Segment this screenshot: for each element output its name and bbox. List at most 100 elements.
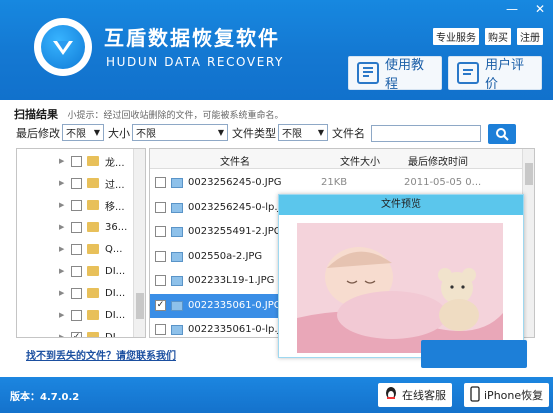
expand-arrow-icon[interactable]: ▶ [59, 245, 64, 253]
folder-icon [87, 266, 99, 276]
close-button[interactable]: ✕ [533, 2, 547, 16]
minimize-button[interactable]: — [505, 2, 519, 16]
expand-arrow-icon[interactable]: ▶ [59, 179, 64, 187]
expand-arrow-icon[interactable]: ▶ [59, 311, 64, 319]
expand-arrow-icon[interactable]: ▶ [59, 201, 64, 209]
file-name: 0022335061-0-lp.JP [188, 324, 287, 335]
tree-node-checkbox[interactable] [71, 177, 82, 189]
column-date[interactable]: 最后修改时间 [408, 153, 468, 168]
expand-arrow-icon[interactable]: ▶ [59, 289, 64, 297]
search-icon [496, 128, 509, 141]
file-row-checkbox[interactable] [155, 201, 166, 213]
register-link[interactable]: 注册 [517, 28, 543, 45]
tutorial-button[interactable]: 使用教程 [348, 56, 442, 92]
pro-service-link[interactable]: 专业服务 [433, 28, 479, 45]
app-window: 互盾数据恢复软件 HUDUN DATA RECOVERY — ✕ 专业服务 购买… [0, 0, 553, 413]
review-label: 用户评价 [485, 58, 525, 92]
file-size: 21KB [321, 177, 348, 188]
tree-node[interactable]: ▶ 龙... [17, 153, 133, 169]
contact-us-link[interactable]: 找不到丢失的文件？请您联系我们 [26, 347, 176, 362]
scan-header: 扫描结果 小提示：经过回收站删除的文件，可能被系统重命名。 [14, 106, 284, 122]
file-name: 0023256245-0.JPG [188, 177, 282, 188]
file-row[interactable]: 0023256245-0.JPG 21KB 2011-05-05 0... [150, 171, 522, 195]
name-label: 文件名 [332, 126, 365, 140]
file-list-header: 文件名 文件大小 最后修改时间 [150, 149, 522, 169]
footer: 版本：4.7.0.2 在线客服 iPhone恢复 [0, 377, 553, 413]
file-row-checkbox[interactable]: ✓ [155, 299, 166, 311]
tree-node-label: DI... [105, 331, 126, 338]
tree-node-checkbox[interactable] [71, 199, 82, 211]
image-file-icon [171, 178, 183, 188]
tree-node-checkbox[interactable] [71, 287, 82, 299]
tree-node[interactable]: ▶ 36... [17, 219, 133, 235]
expand-arrow-icon[interactable]: ▶ [59, 267, 64, 275]
filter-bar: 最后修改 不限 ▼ 大小 不限 ▼ 文件类型 不限 ▼ 文件名 [16, 124, 365, 141]
book-icon [357, 62, 379, 84]
tree-node-label: DI... [105, 265, 126, 277]
tree-node[interactable]: ▶ DI... [17, 307, 133, 323]
version-label: 版本：4.7.0.2 [10, 392, 80, 403]
tree-node-label: Q... [105, 243, 123, 255]
expand-arrow-icon[interactable]: ▶ [59, 223, 64, 231]
tree-node-label: 过... [105, 179, 125, 191]
tree-node-checkbox[interactable]: ✓ [71, 331, 82, 337]
app-logo [34, 18, 92, 76]
online-service-button[interactable]: 在线客服 [378, 383, 452, 407]
tree-node[interactable]: ▶ 移... [17, 197, 133, 213]
header: 互盾数据恢复软件 HUDUN DATA RECOVERY — ✕ 专业服务 购买… [0, 0, 553, 100]
column-name[interactable]: 文件名 [220, 153, 250, 168]
iphone-recovery-button[interactable]: iPhone恢复 [464, 383, 550, 407]
tree-node-checkbox[interactable] [71, 309, 82, 321]
tree-node[interactable]: ▶ DI... [17, 285, 133, 301]
buy-link[interactable]: 购买 [485, 28, 511, 45]
file-name: 0023255491-2.JPG [188, 226, 282, 237]
file-row-checkbox[interactable] [155, 275, 166, 286]
file-row-checkbox[interactable] [155, 226, 166, 237]
tree-node[interactable]: ▶ Q... [17, 241, 133, 257]
file-name: 002550a-2.JPG [188, 250, 263, 262]
size-select[interactable]: 不限 ▼ [132, 124, 228, 141]
file-name: 0022335061-0.JPG [188, 299, 282, 311]
tree-node-checkbox[interactable] [71, 221, 82, 233]
scrollbar-thumb[interactable] [136, 293, 144, 319]
tree-node-checkbox[interactable] [71, 155, 82, 167]
file-row-checkbox[interactable] [155, 250, 166, 262]
modified-select[interactable]: 不限 ▼ [62, 124, 104, 141]
file-row-checkbox[interactable] [155, 177, 166, 188]
folder-icon [87, 222, 99, 232]
search-button[interactable] [488, 124, 516, 144]
filename-input[interactable] [371, 125, 481, 142]
tree-scrollbar[interactable] [133, 149, 145, 337]
scrollbar-thumb[interactable] [525, 163, 533, 185]
expand-arrow-icon[interactable]: ▶ [59, 333, 64, 337]
tree-node[interactable]: ▶ 过... [17, 175, 133, 191]
image-file-icon [171, 300, 183, 311]
image-file-icon [171, 202, 183, 213]
tree-node[interactable]: ▶ DI... [17, 263, 133, 279]
type-select[interactable]: 不限 ▼ [278, 124, 328, 141]
folder-tree[interactable]: ▶ 龙... ▶ 过... ▶ 移... ▶ 36... ▶ Q... ▶ DI... ▶ DI... ▶ D… [16, 148, 146, 338]
app-subtitle: HUDUN DATA RECOVERY [106, 55, 284, 69]
file-row-checkbox[interactable] [155, 324, 166, 335]
recover-button[interactable] [421, 340, 527, 368]
app-title: 互盾数据恢复软件 [104, 26, 280, 50]
tutorial-label: 使用教程 [385, 58, 425, 92]
folder-icon [87, 332, 99, 337]
expand-arrow-icon[interactable]: ▶ [59, 157, 64, 165]
folder-icon [87, 178, 99, 188]
tree-node[interactable]: ▶ ✓ DI... [17, 329, 133, 338]
tree-node-checkbox[interactable] [71, 265, 82, 277]
file-name: 0023256245-0-lp.JP [188, 201, 287, 213]
size-value: 不限 [136, 129, 156, 140]
tree-node-checkbox[interactable] [71, 243, 82, 255]
preview-image [297, 223, 503, 353]
type-label: 文件类型 [232, 126, 276, 140]
review-button[interactable]: 用户评价 [448, 56, 542, 92]
scan-title: 扫描结果 [14, 108, 58, 121]
tree-node-label: 36... [105, 221, 128, 233]
folder-icon [87, 310, 99, 320]
shield-logo-icon [41, 25, 85, 69]
iphone-recovery-label: iPhone恢复 [484, 389, 544, 402]
online-service-label: 在线客服 [402, 389, 446, 402]
column-size[interactable]: 文件大小 [340, 153, 380, 168]
